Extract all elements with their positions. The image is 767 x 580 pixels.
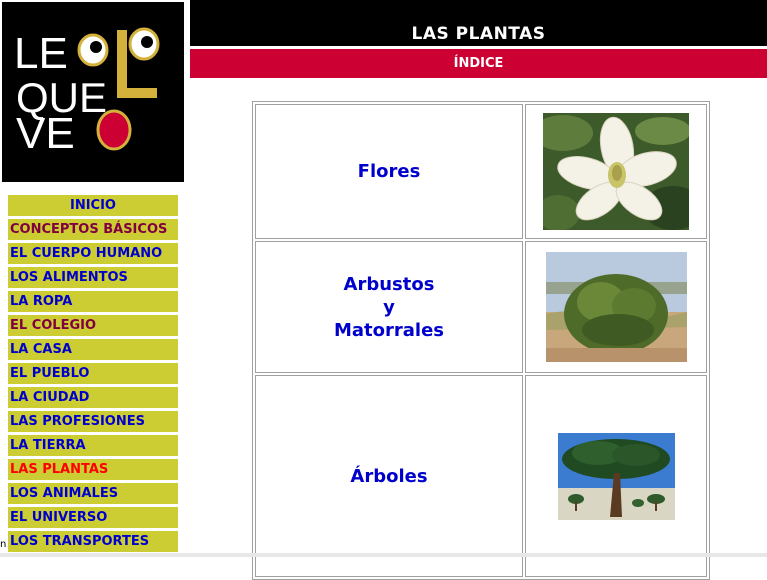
sidebar-item-ropa[interactable]: LA ROPA — [8, 291, 178, 312]
arbustos-label-line2: y — [383, 296, 395, 318]
sidebar-item-cuerpo-humano[interactable]: EL CUERPO HUMANO — [8, 243, 178, 264]
bottom-strip — [0, 553, 767, 557]
sidebar-item-inicio[interactable]: INICIO — [8, 195, 178, 216]
sidebar-item-colegio[interactable]: EL COLEGIO — [8, 315, 178, 336]
shrub-image[interactable] — [545, 252, 687, 362]
logo-line1-text: LE — [14, 29, 68, 78]
table-row: Arbustos y Matorrales — [255, 241, 707, 373]
logo-line3-text: VE — [16, 109, 75, 158]
flores-link[interactable]: Flores — [255, 104, 523, 239]
arbustos-label-line1: Arbustos — [343, 273, 435, 295]
sidebar-item-pueblo[interactable]: EL PUEBLO — [8, 363, 178, 384]
sidebar-menu: INICIO CONCEPTOS BÁSICOS EL CUERPO HUMAN… — [8, 195, 178, 555]
sidebar-item-universo[interactable]: EL UNIVERSO — [8, 507, 178, 528]
table-row: Árboles — [255, 375, 707, 577]
arbustos-label-line3: Matorrales — [333, 319, 445, 341]
sidebar-item-plantas[interactable]: LAS PLANTAS — [8, 459, 178, 480]
sidebar-item-conceptos-basicos[interactable]: CONCEPTOS BÁSICOS — [8, 219, 178, 240]
sidebar-item-casa[interactable]: LA CASA — [8, 339, 178, 360]
sidebar-item-animales[interactable]: LOS ANIMALES — [8, 483, 178, 504]
sidebar-item-tierra[interactable]: LA TIERRA — [8, 435, 178, 456]
sidebar-item-alimentos[interactable]: LOS ALIMENTOS — [8, 267, 178, 288]
table-row: Flores — [255, 104, 707, 239]
site-logo[interactable]: LE QUE VE — [2, 2, 184, 182]
arboles-image-cell[interactable] — [525, 375, 707, 577]
sidebar-item-ciudad[interactable]: LA CIUDAD — [8, 387, 178, 408]
edge-fragment-text: n — [0, 539, 7, 550]
index-bar: ÍNDICE — [190, 49, 767, 78]
sidebar-item-transportes[interactable]: LOS TRANSPORTES — [8, 531, 178, 552]
logo-graphic: LE QUE VE — [2, 2, 184, 182]
flores-image-cell[interactable] — [525, 104, 707, 239]
arboles-link[interactable]: Árboles — [255, 375, 523, 577]
pine-tree-image[interactable] — [557, 432, 675, 520]
sidebar-item-profesiones[interactable]: LAS PROFESIONES — [8, 411, 178, 432]
arbustos-link[interactable]: Arbustos y Matorrales — [255, 241, 523, 373]
arbustos-image-cell[interactable] — [525, 241, 707, 373]
page-title: LAS PLANTAS — [190, 0, 767, 46]
magnolia-flower-image[interactable] — [543, 113, 689, 230]
plants-index-table: Flores Arbustos y Matorrales Árboles — [252, 101, 710, 580]
